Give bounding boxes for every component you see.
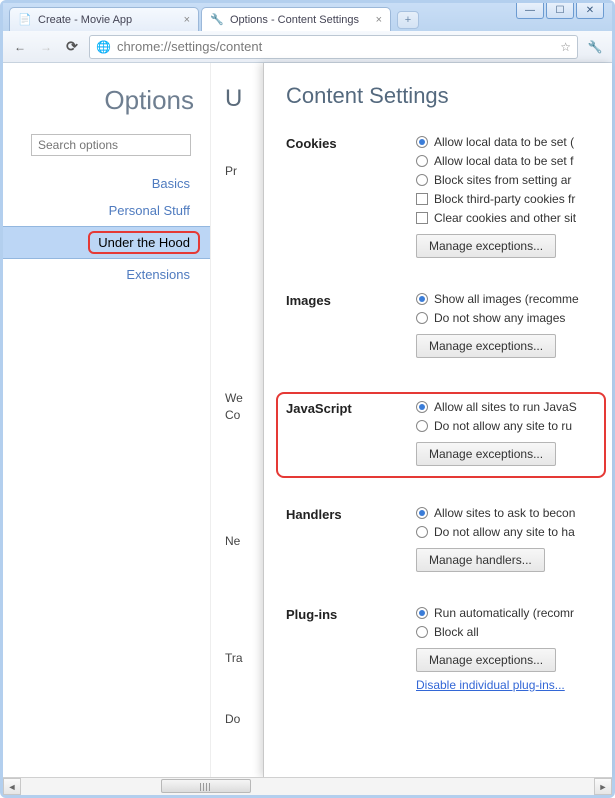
handlers-block: Handlers Allow sites to ask to becon Do … — [286, 506, 612, 572]
tab-title: Create - Movie App — [38, 14, 132, 26]
images-label: Images — [286, 292, 416, 358]
section-privacy: Pr — [225, 163, 265, 180]
radio-cookies-block[interactable] — [416, 174, 428, 186]
radio-plugins-auto[interactable] — [416, 607, 428, 619]
close-icon[interactable]: × — [376, 14, 382, 26]
radio-images-show[interactable] — [416, 293, 428, 305]
radio-handlers-allow[interactable] — [416, 507, 428, 519]
back-button[interactable]: ← — [11, 38, 29, 56]
section-translate: Tra — [225, 650, 265, 667]
scroll-left-arrow[interactable]: ◄ — [3, 778, 21, 795]
page-title: Options — [23, 85, 200, 116]
manage-exceptions-button[interactable]: Manage exceptions... — [416, 234, 556, 258]
content-settings-overlay: Content Settings Cookies Allow local dat… — [263, 63, 612, 777]
wrench-icon: 🔧 — [210, 13, 224, 27]
scroll-track[interactable] — [21, 778, 594, 795]
option-text: Block all — [434, 625, 479, 639]
checkbox-clear-on-exit[interactable] — [416, 212, 428, 224]
option-text: Run automatically (recomr — [434, 606, 574, 620]
horizontal-scrollbar[interactable]: ◄ ► — [3, 777, 612, 795]
option-text: Clear cookies and other sit — [434, 211, 576, 225]
sidebar-nav: Basics Personal Stuff Under the Hood Ext… — [23, 170, 200, 288]
overlay-title: Content Settings — [286, 83, 612, 109]
javascript-label: JavaScript — [286, 400, 416, 466]
section-downloads: Do — [225, 711, 265, 728]
checkbox-block-third-party[interactable] — [416, 193, 428, 205]
window-maximize[interactable]: ☐ — [546, 3, 574, 19]
option-text: Allow local data to be set f — [434, 154, 573, 168]
radio-images-block[interactable] — [416, 312, 428, 324]
manage-handlers-button[interactable]: Manage handlers... — [416, 548, 545, 572]
window-close[interactable]: ✕ — [576, 3, 604, 19]
close-icon[interactable]: × — [184, 14, 190, 26]
reload-button[interactable]: ⟳ — [63, 38, 81, 56]
handlers-label: Handlers — [286, 506, 416, 572]
address-bar[interactable]: 🌐 chrome://settings/content ☆ — [89, 35, 578, 59]
option-text: Do not show any images — [434, 311, 565, 325]
forward-button[interactable]: → — [37, 38, 55, 56]
option-text: Do not allow any site to ha — [434, 525, 575, 539]
sidebar-item-label: Under the Hood — [88, 231, 200, 254]
cookies-block: Cookies Allow local data to be set ( All… — [286, 135, 612, 258]
search-input[interactable] — [31, 134, 191, 156]
url-text: chrome://settings/content — [117, 39, 554, 54]
radio-js-allow[interactable] — [416, 401, 428, 413]
scroll-right-arrow[interactable]: ► — [594, 778, 612, 795]
plugins-label: Plug-ins — [286, 606, 416, 692]
images-block: Images Show all images (recomme Do not s… — [286, 292, 612, 358]
manage-exceptions-button[interactable]: Manage exceptions... — [416, 334, 556, 358]
tab-title: Options - Content Settings — [230, 14, 359, 26]
option-text: Allow all sites to run JavaS — [434, 400, 577, 414]
option-text: Allow sites to ask to becon — [434, 506, 575, 520]
sidebar-item-basics[interactable]: Basics — [23, 170, 200, 197]
star-icon[interactable]: ☆ — [560, 40, 571, 54]
option-text: Show all images (recomme — [434, 292, 579, 306]
tab-create-movie-app[interactable]: 📄 Create - Movie App × — [9, 7, 199, 31]
sidebar-item-under-the-hood[interactable]: Under the Hood — [3, 226, 210, 259]
main-content: Options Basics Personal Stuff Under the … — [3, 63, 612, 777]
option-text: Allow local data to be set ( — [434, 135, 574, 149]
disable-plugins-link[interactable]: Disable individual plug-ins... — [416, 678, 565, 692]
sidebar-item-extensions[interactable]: Extensions — [23, 261, 200, 288]
manage-exceptions-button[interactable]: Manage exceptions... — [416, 648, 556, 672]
option-text: Block third-party cookies fr — [434, 192, 575, 206]
radio-js-block[interactable] — [416, 420, 428, 432]
tab-options-content-settings[interactable]: 🔧 Options - Content Settings × — [201, 7, 391, 31]
under-page-title: U — [225, 85, 265, 113]
window-controls: — ☐ ✕ — [516, 3, 604, 19]
toolbar: ← → ⟳ 🌐 chrome://settings/content ☆ 🔧 — [3, 31, 612, 63]
radio-cookies-allow-session[interactable] — [416, 155, 428, 167]
plugins-block: Plug-ins Run automatically (recomr Block… — [286, 606, 612, 692]
wrench-menu[interactable]: 🔧 — [586, 38, 604, 56]
javascript-block: JavaScript Allow all sites to run JavaS … — [276, 392, 606, 478]
under-page-column: U Pr We Co Ne Tra Do — [211, 63, 265, 777]
page-icon: 📄 — [18, 13, 32, 27]
manage-exceptions-button[interactable]: Manage exceptions... — [416, 442, 556, 466]
globe-icon: 🌐 — [96, 40, 111, 54]
window-minimize[interactable]: — — [516, 3, 544, 19]
section-web-content: We Co — [225, 390, 265, 424]
scroll-thumb[interactable] — [161, 779, 251, 793]
sidebar-item-personal-stuff[interactable]: Personal Stuff — [23, 197, 200, 224]
new-tab-button[interactable]: + — [397, 11, 419, 29]
radio-handlers-block[interactable] — [416, 526, 428, 538]
option-text: Block sites from setting ar — [434, 173, 571, 187]
section-network: Ne — [225, 533, 265, 550]
cookies-label: Cookies — [286, 135, 416, 258]
radio-plugins-block[interactable] — [416, 626, 428, 638]
options-sidebar: Options Basics Personal Stuff Under the … — [3, 63, 211, 777]
option-text: Do not allow any site to ru — [434, 419, 572, 433]
radio-cookies-allow[interactable] — [416, 136, 428, 148]
